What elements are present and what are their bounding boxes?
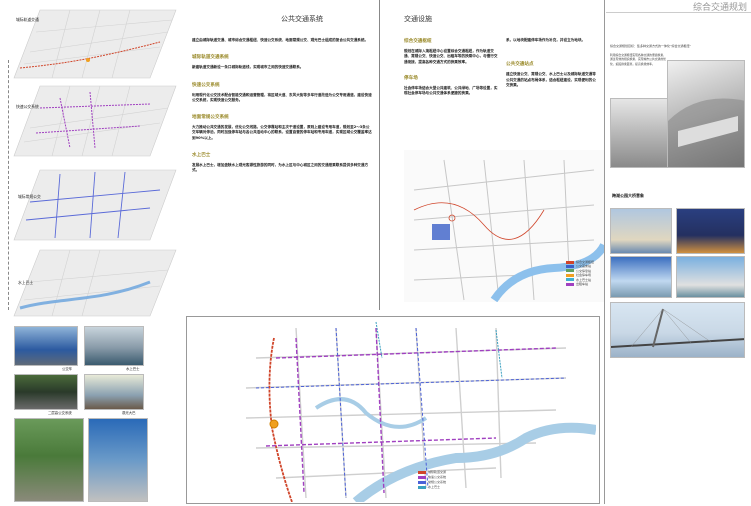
public-transit-intro: 建立由城际轨道交通、城市综合交通枢纽、快速公交系统、地面常规公交、观光巴士组成的…: [192, 38, 369, 42]
bridge-photo: [676, 256, 745, 298]
legend-item: 出租车站: [576, 282, 589, 287]
section-text: 发展水上巴士，增加盘陕水上观光客源性旅游的同时，为水上区与中心城区之间的交通搭乘…: [192, 163, 369, 173]
signage-photo: [88, 418, 148, 502]
bridge-photo: [676, 208, 745, 254]
tram-photo: [14, 418, 84, 502]
facilities-title: 交通设施: [404, 15, 432, 23]
bridge-rendering-large: [610, 302, 745, 358]
legend-item: 公交首末站: [576, 264, 592, 269]
bus-photo: [14, 326, 78, 366]
legend-item: 城际轨道交通: [428, 470, 447, 474]
section-text: 新建轨道交通新设一条口城际轨道线，实现城市之间的快速交通联系。: [192, 65, 304, 70]
bridge-title: 跨湖公园大桥意象: [612, 193, 644, 198]
layer-intercity-rail: [13, 9, 177, 79]
layer-stack: 城际轨道交通 快速公交系统 城际常规公交 水上巴士: [0, 0, 180, 320]
facilities-note: 系，以地块配建停车场作为补充，并设立为地块。: [506, 38, 586, 42]
column-divider: [379, 0, 380, 310]
stack-guide: [8, 60, 9, 310]
layer-brt: [13, 85, 177, 157]
layer-label: 城际轨道交通: [16, 17, 39, 22]
layer-label: 水上巴士: [18, 280, 34, 285]
column-divider: [604, 0, 605, 504]
section-heading: 综合交通枢纽: [404, 39, 432, 44]
section-heading: 水上巴士: [192, 153, 211, 159]
section-heading: 停车场: [404, 75, 418, 81]
bottom-map: 城际轨道交通 快速公交系统 常规公交系统 水上巴士: [196, 318, 597, 506]
right-caption: 综合交通规划目标：集多种交通方式的一体化“综合交通枢纽”: [610, 44, 692, 48]
section-heading: 城际轨道交通系统: [192, 55, 229, 61]
facilities-legend: 综合交通枢纽 公交首末站 公交停靠站 社会停车场 水上巴士站 出租车站: [566, 260, 606, 286]
section-heading: 快速公交系统: [192, 82, 220, 88]
section-text: 利用现代化公交技术配合智能交通和运营管理，将区域大道、东风大街等多车行道改造为公…: [192, 92, 372, 102]
legend-item: 常规公交系统: [428, 480, 447, 484]
public-transit-column: 公共交通系统 建立由城际轨道交通、城市综合交通枢纽、快速公交系统、地面常规公交、…: [192, 14, 372, 314]
layer-regular-bus: [13, 169, 177, 241]
legend-item: 快速公交系统: [428, 475, 447, 479]
bridge-photo: [610, 256, 672, 298]
header-rule: [606, 12, 751, 13]
section-heading: 公共交通站点: [506, 62, 534, 68]
section-heading: 地面常规公交系统: [192, 115, 229, 121]
right-description: 利用综合交通枢纽实现各种交通的便捷换乘，通过有效的组织换乘，实现城市公共交通的优…: [610, 53, 666, 66]
bottom-map-legend: 城际轨道交通 快速公交系统 常规公交系统 水上巴士: [418, 470, 498, 490]
hub-rendering-wide: [610, 98, 668, 168]
legend-item: 社会停车场: [576, 273, 592, 278]
section-text: 规划在城际入境枢纽中心设置综合交通枢纽，作为轨道交通、常规公交、快速公交、出租车…: [404, 49, 498, 64]
section-text: 社会停车场结合大型公共建筑、公共绿地、广场等设置，实现社会停车场与公共交通体系便…: [404, 85, 498, 96]
bridge-photo: [610, 208, 672, 254]
hub-rendering: [667, 60, 745, 168]
water-bus-photo: [84, 326, 144, 366]
layer-label: 快速公交系统: [16, 104, 39, 109]
photo-label: 二层高公交系统: [48, 411, 72, 415]
section-text: 建立快速公交、常规公交、水上巴士以及城际轨道交通等公共交通的站点布局体系，结合枢…: [506, 72, 596, 87]
tour-bus-photo: [84, 374, 144, 410]
section-text: 大力推动公共交通的发展，优化公交线路，公交停靠站和主次干道设置，原则上建设专用车…: [192, 125, 372, 140]
legend-item: 水上巴士: [428, 485, 441, 489]
double-decker-photo: [14, 374, 78, 410]
layer-label: 城际常规公交: [18, 194, 41, 199]
photo-label: 公交车: [62, 367, 73, 371]
public-transit-title: 公共交通系统: [281, 15, 323, 23]
photo-label: 水上巴士: [126, 367, 140, 371]
facilities-map: 综合交通枢纽 公交首末站 公交停靠站 社会停车场 水上巴士站 出租车站: [404, 150, 608, 303]
photo-label: 观光大巴: [122, 411, 136, 415]
